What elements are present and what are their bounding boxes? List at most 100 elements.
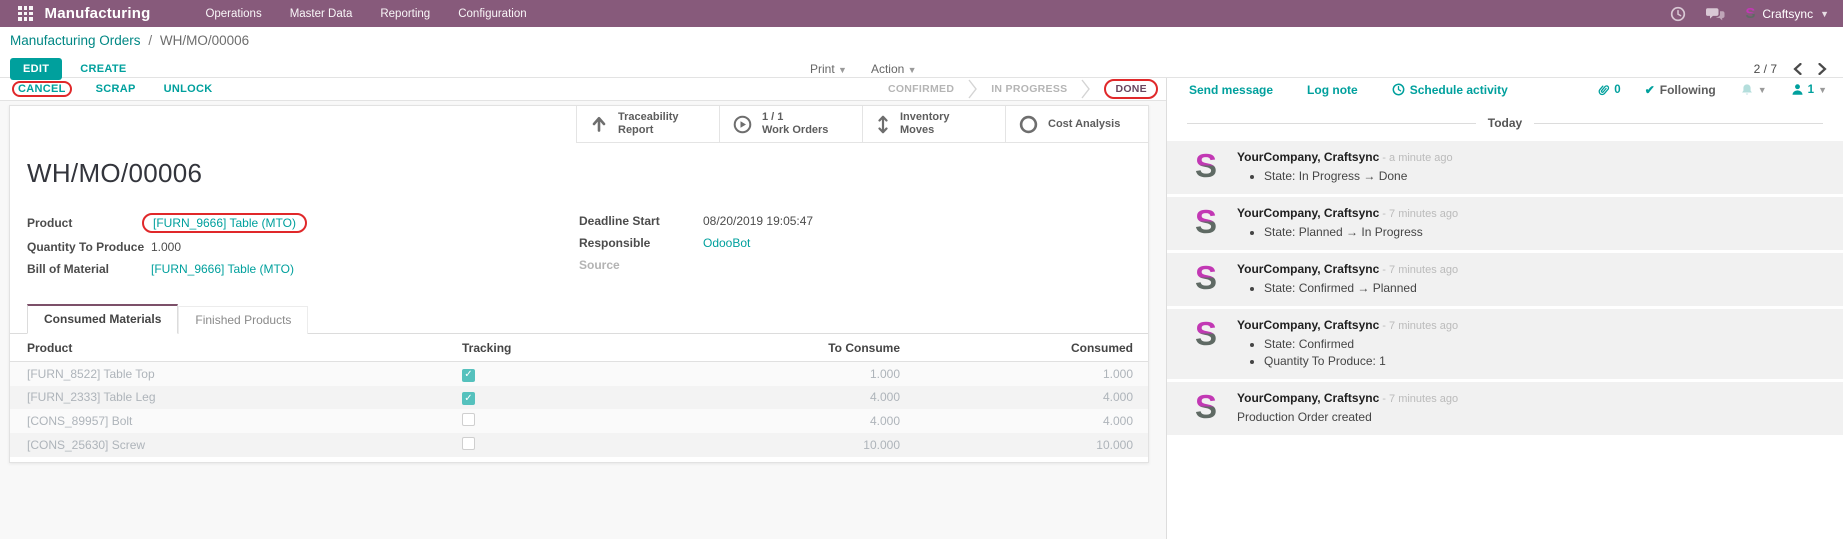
- message-body: Production Order created: [1237, 410, 1458, 424]
- field-product: Product [FURN_9666] Table (MTO): [27, 213, 579, 233]
- message-time: 7 minutes ago: [1379, 320, 1458, 332]
- tracking-checkbox[interactable]: ✓: [462, 392, 475, 405]
- column-header-to-consume[interactable]: To Consume: [702, 334, 900, 362]
- pager-previous-icon[interactable]: [1793, 63, 1802, 75]
- app-brand[interactable]: Manufacturing: [45, 5, 151, 22]
- check-icon: ✔: [1645, 83, 1655, 97]
- cell-consumed: 4.000: [900, 409, 1148, 433]
- cell-consumed: 10.000: [900, 433, 1148, 457]
- user-menu[interactable]: S Craftsync ▼: [1745, 6, 1829, 21]
- schedule-activity-button[interactable]: Schedule activity: [1392, 83, 1508, 97]
- breadcrumb: Manufacturing Orders / WH/MO/00006: [10, 33, 1843, 55]
- apps-menu-icon[interactable]: [18, 6, 33, 21]
- message-author: YourCompany, Craftsync: [1237, 150, 1379, 164]
- unlock-button[interactable]: UNLOCK: [164, 83, 213, 95]
- table-row[interactable]: [CONS_89957] Bolt 4.000 4.000: [10, 409, 1148, 433]
- state-done[interactable]: DONE: [1115, 83, 1147, 95]
- chevron-down-icon: ▼: [908, 65, 917, 75]
- menu-operations[interactable]: Operations: [205, 8, 261, 20]
- tracking-checkbox[interactable]: ✓: [462, 369, 475, 382]
- message-author: YourCompany, Craftsync: [1237, 262, 1379, 276]
- tab-consumed-materials[interactable]: Consumed Materials: [27, 304, 178, 334]
- cell-to-consume: 4.000: [702, 409, 900, 433]
- menu-reporting[interactable]: Reporting: [380, 8, 430, 20]
- work-orders-button[interactable]: 1 / 1Work Orders: [719, 106, 862, 143]
- annotation-product: [FURN_9666] Table (MTO): [142, 213, 307, 233]
- date-divider: Today: [1187, 116, 1823, 130]
- table-row[interactable]: [FURN_8522] Table Top ✓ 1.000 1.000: [10, 362, 1148, 386]
- state-in-progress[interactable]: IN PROGRESS: [991, 83, 1067, 95]
- mo-title: WH/MO/00006: [27, 158, 1148, 189]
- arrow-up-icon: [590, 115, 608, 133]
- cancel-button[interactable]: CANCEL: [18, 83, 66, 95]
- field-source: Source: [579, 257, 1131, 273]
- table-row[interactable]: [FURN_2333] Table Leg ✓ 4.000 4.000: [10, 386, 1148, 410]
- attachment-count: 0: [1614, 84, 1620, 96]
- breadcrumb-separator: /: [148, 33, 152, 48]
- breadcrumb-parent[interactable]: Manufacturing Orders: [10, 33, 141, 48]
- message: S YourCompany, Craftsync7 minutes ago St…: [1167, 197, 1843, 250]
- traceability-report-button[interactable]: TraceabilityReport: [576, 106, 719, 143]
- menu-master-data[interactable]: Master Data: [290, 8, 353, 20]
- circle-icon: [1019, 115, 1038, 134]
- message-avatar: S: [1188, 317, 1224, 353]
- main-content: TraceabilityReport 1 / 1Work Orders Inve…: [0, 101, 1843, 539]
- action-menu[interactable]: Action ▼: [871, 62, 917, 76]
- print-menu[interactable]: Print ▼: [810, 62, 847, 76]
- state-confirmed[interactable]: CONFIRMED: [888, 83, 954, 95]
- top-navbar: Manufacturing Operations Master Data Rep…: [0, 0, 1843, 27]
- tracking-checkbox[interactable]: [462, 413, 475, 426]
- scrap-button[interactable]: SCRAP: [96, 83, 136, 95]
- message: S YourCompany, Craftsync7 minutes ago St…: [1167, 309, 1843, 379]
- followers-count: 1: [1808, 84, 1814, 96]
- column-header-consumed[interactable]: Consumed: [900, 334, 1148, 362]
- field-quantity-to-produce: Quantity To Produce 1.000: [27, 239, 579, 255]
- responsible-link[interactable]: OdooBot: [703, 236, 750, 250]
- inventory-moves-button[interactable]: InventoryMoves: [862, 106, 1005, 143]
- edit-button[interactable]: EDIT: [10, 58, 62, 80]
- message: S YourCompany, Craftsync7 minutes ago Pr…: [1167, 382, 1843, 435]
- smart-buttons: TraceabilityReport 1 / 1Work Orders Inve…: [10, 106, 1148, 143]
- message-author: YourCompany, Craftsync: [1237, 206, 1379, 220]
- cell-product: [FURN_8522] Table Top: [10, 362, 462, 386]
- person-icon: [1791, 83, 1804, 96]
- product-link[interactable]: [FURN_9666] Table (MTO): [153, 216, 296, 230]
- message-avatar: S: [1188, 149, 1224, 185]
- field-deadline-start: Deadline Start 08/20/2019 19:05:47: [579, 213, 1131, 229]
- bom-link[interactable]: [FURN_9666] Table (MTO): [151, 262, 294, 276]
- field-responsible: Responsible OdooBot: [579, 235, 1131, 251]
- chevron-down-icon: ▼: [838, 65, 847, 75]
- chatter-follow-tools: 0 ✔ Following ▼ 1 ▼: [1597, 83, 1827, 97]
- field-column-left: Product [FURN_9666] Table (MTO) Quantity…: [27, 213, 579, 277]
- pager-next-icon[interactable]: [1818, 63, 1827, 75]
- log-note-button[interactable]: Log note: [1307, 83, 1358, 97]
- message-time: a minute ago: [1379, 152, 1452, 164]
- following-button[interactable]: ✔ Following: [1645, 83, 1716, 97]
- message-time: 7 minutes ago: [1379, 264, 1458, 276]
- tracking-checkbox[interactable]: [462, 437, 475, 450]
- cost-analysis-button[interactable]: Cost Analysis: [1005, 106, 1148, 143]
- bell-icon: [1740, 83, 1754, 97]
- table-header-row: Product Tracking To Consume Consumed: [10, 334, 1148, 362]
- field-label: Deadline Start: [579, 214, 703, 228]
- message-bullet: State: Confirmed → Planned: [1264, 280, 1458, 297]
- column-header-product[interactable]: Product: [10, 334, 462, 362]
- followers-button[interactable]: 1 ▼: [1791, 83, 1827, 96]
- tab-finished-products[interactable]: Finished Products: [178, 306, 308, 334]
- attachment-button[interactable]: 0: [1597, 83, 1620, 97]
- notification-bell-button[interactable]: ▼: [1740, 83, 1767, 97]
- message-author: YourCompany, Craftsync: [1237, 391, 1379, 405]
- messages-icon[interactable]: [1706, 6, 1725, 22]
- control-panel-buttons: EDIT CREATE Print ▼ Action ▼ 2 / 7: [10, 55, 1843, 83]
- notebook-tabs: Consumed Materials Finished Products: [10, 304, 1148, 334]
- send-message-button[interactable]: Send message: [1189, 83, 1273, 97]
- message-bullet: State: Confirmed: [1264, 336, 1458, 353]
- column-header-tracking[interactable]: Tracking: [462, 334, 702, 362]
- create-button[interactable]: CREATE: [80, 63, 126, 75]
- field-column-right: Deadline Start 08/20/2019 19:05:47 Respo…: [579, 213, 1131, 277]
- message-bullet: State: In Progress → Done: [1264, 168, 1453, 185]
- activities-clock-icon[interactable]: [1670, 6, 1686, 22]
- table-row[interactable]: [CONS_25630] Screw 10.000 10.000: [10, 433, 1148, 457]
- field-label: Quantity To Produce: [27, 240, 151, 254]
- menu-configuration[interactable]: Configuration: [458, 8, 526, 20]
